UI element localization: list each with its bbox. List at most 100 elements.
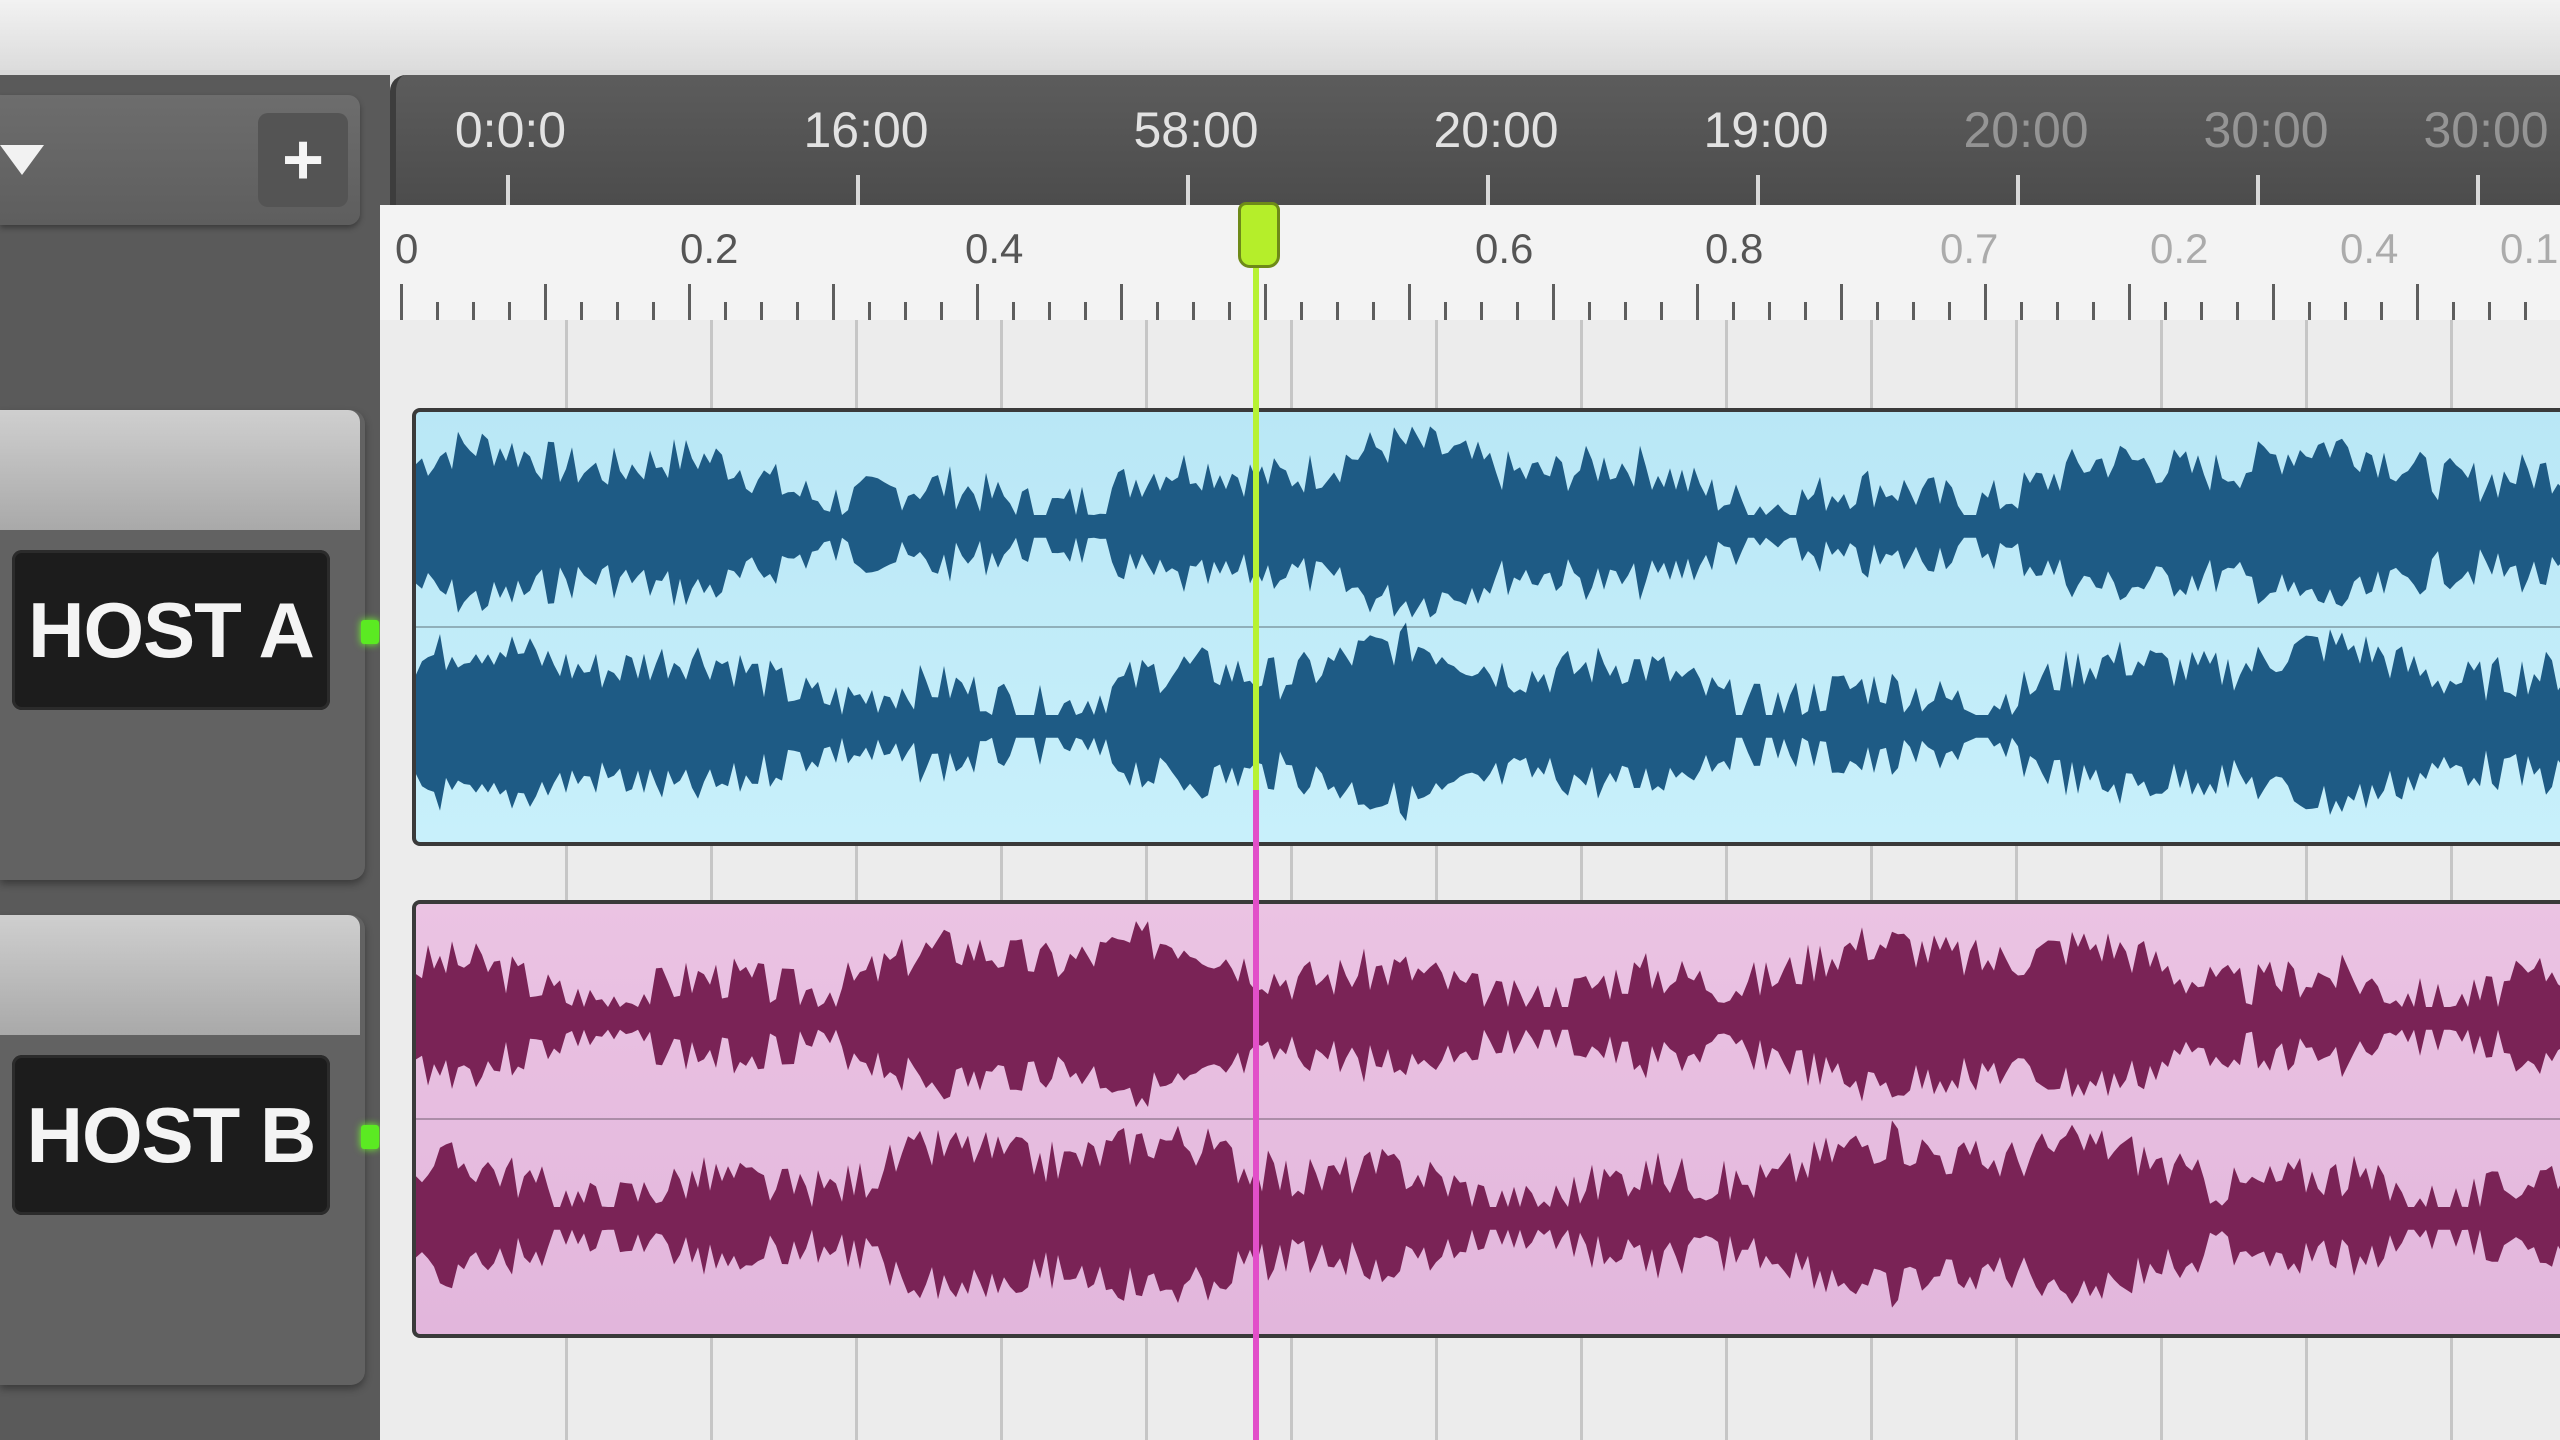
window-top-strip [0, 0, 2560, 70]
beat-ruler-tick [1624, 302, 1627, 320]
beat-ruler-tick [2056, 302, 2059, 320]
beat-ruler-tick [2236, 302, 2239, 320]
beat-ruler-tick [724, 302, 727, 320]
beat-ruler-tick [1192, 302, 1195, 320]
track-header-cap [0, 410, 360, 530]
beat-ruler-tick [832, 284, 835, 320]
beat-ruler-tick [1948, 302, 1951, 320]
beat-ruler-tick [2344, 302, 2347, 320]
beat-ruler-tick [1516, 302, 1519, 320]
time-ruler-tick [856, 175, 860, 205]
time-ruler-label: 58:00 [1133, 102, 1259, 158]
beat-ruler-tick [2164, 302, 2167, 320]
time-ruler[interactable]: 0:0:0 16:00 58:00 20:00 19:00 20:00 30:00 30:00 [390, 75, 2560, 205]
beat-ruler-tick [1804, 302, 1807, 320]
beat-ruler-tick [1768, 302, 1771, 320]
playhead-line-track-b [1253, 790, 1259, 1440]
beat-ruler-label: 0 [395, 225, 419, 272]
beat-ruler-tick [1552, 284, 1555, 320]
playhead-handle[interactable] [1238, 202, 1280, 268]
time-ruler-tick [506, 175, 510, 205]
beat-ruler-label: 0.2 [2150, 225, 2209, 272]
beat-ruler-tick [904, 302, 907, 320]
beat-ruler-tick [1876, 302, 1879, 320]
beat-ruler-tick [616, 302, 619, 320]
beat-ruler-tick [2308, 302, 2311, 320]
track-activity-led [361, 620, 379, 644]
time-ruler-tick [2016, 175, 2020, 205]
track-header-host-a[interactable]: HOST A [0, 410, 379, 880]
time-ruler-tick [1486, 175, 1490, 205]
beat-ruler-tick [2524, 302, 2527, 320]
beat-ruler-tick [2020, 302, 2023, 320]
beat-ruler-tick [1912, 302, 1915, 320]
beat-ruler-tick [1084, 302, 1087, 320]
beat-ruler-tick [400, 284, 403, 320]
track-name-label: HOST A [12, 550, 330, 710]
beat-ruler-label: 0.8 [1705, 225, 1764, 272]
beat-ruler-tick [1336, 302, 1339, 320]
time-ruler-label: 20:00 [1963, 102, 2089, 158]
beat-ruler-tick [1660, 302, 1663, 320]
beat-ruler-tick [1300, 302, 1303, 320]
beat-ruler-tick [1048, 302, 1051, 320]
beat-ruler-tick [1696, 284, 1699, 320]
add-track-button[interactable]: + [258, 113, 348, 207]
beat-ruler[interactable]: 0 0.2 0.4 0.6 0.8 0.7 0.2 0.4 0.1 [380, 205, 2560, 324]
beat-ruler-tick [2452, 302, 2455, 320]
waveform-channel [416, 426, 2560, 618]
beat-ruler-tick [688, 284, 691, 320]
time-ruler-tick [2256, 175, 2260, 205]
time-ruler-label: 30:00 [2423, 102, 2549, 158]
beat-ruler-tick [1840, 284, 1843, 320]
waveform-host-a [416, 426, 2560, 822]
beat-ruler-label: 0.4 [965, 225, 1024, 272]
time-ruler-label: 0:0:0 [454, 102, 567, 158]
beat-ruler-tick [1588, 302, 1591, 320]
audio-clip-host-a[interactable] [412, 408, 2560, 846]
waveform-channel [416, 622, 2560, 822]
time-ruler-tick [1186, 175, 1190, 205]
beat-ruler-tick [760, 302, 763, 320]
beat-ruler-tick [2380, 302, 2383, 320]
time-ruler-label: 20:00 [1433, 102, 1559, 158]
beat-ruler-tick [2092, 302, 2095, 320]
beat-ruler-tick [1732, 302, 1735, 320]
beat-ruler-label: 0.2 [680, 225, 739, 272]
track-list-header: + [0, 95, 360, 225]
beat-ruler-tick [2200, 302, 2203, 320]
beat-ruler-tick [580, 302, 583, 320]
beat-ruler-label: 0.7 [1940, 225, 1999, 272]
beat-ruler-tick [1372, 302, 1375, 320]
time-ruler-tick [1756, 175, 1760, 205]
time-ruler-label: 30:00 [2203, 102, 2329, 158]
beat-ruler-tick [796, 302, 799, 320]
playhead-line [1253, 205, 1259, 790]
beat-ruler-tick [472, 302, 475, 320]
beat-ruler-tick [508, 302, 511, 320]
beat-ruler-tick [436, 302, 439, 320]
beat-ruler-tick [1480, 302, 1483, 320]
waveform-channel [416, 921, 2560, 1108]
beat-ruler-tick [868, 302, 871, 320]
audio-clip-host-b[interactable] [412, 900, 2560, 1338]
beat-ruler-tick [2128, 284, 2131, 320]
beat-ruler-tick [2416, 284, 2419, 320]
waveform-channel [416, 1120, 2560, 1308]
beat-ruler-tick [1156, 302, 1159, 320]
chevron-down-icon[interactable] [0, 145, 44, 175]
track-header-cap [0, 915, 360, 1035]
beat-ruler-tick [544, 284, 547, 320]
track-header-host-b[interactable]: HOST B [0, 915, 379, 1385]
waveform-host-b [416, 921, 2560, 1308]
beat-ruler-label: 0.1 [2500, 225, 2559, 272]
track-name-label: HOST B [12, 1055, 330, 1215]
beat-ruler-tick [1012, 302, 1015, 320]
beat-ruler-tick [940, 302, 943, 320]
beat-ruler-tick [1120, 284, 1123, 320]
beat-ruler-tick [1408, 284, 1411, 320]
track-activity-led [361, 1125, 379, 1149]
time-ruler-tick [2476, 175, 2480, 205]
time-ruler-label: 16:00 [803, 102, 929, 158]
beat-ruler-tick [1264, 284, 1267, 320]
